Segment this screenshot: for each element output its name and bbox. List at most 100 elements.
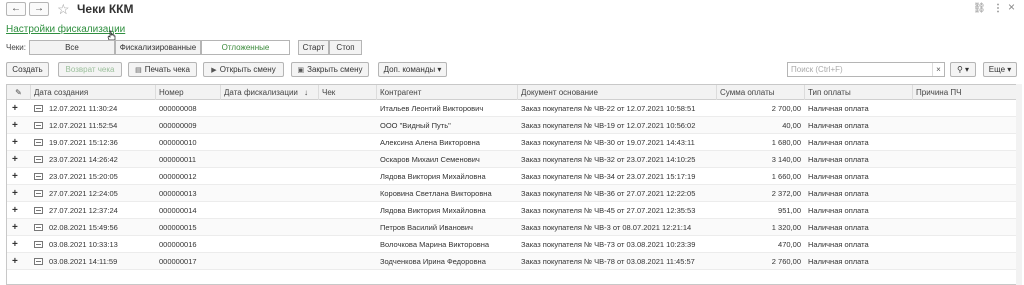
expand-icon[interactable]: + [12,134,18,151]
column-header[interactable]: Тип оплаты [805,85,913,100]
filter-deferred[interactable]: Отложенные [201,40,290,55]
cell-payment-sum: 3 140,00 [771,155,801,164]
close-shift-button[interactable]: ▣ Закрыть смену [291,62,369,77]
favorite-star-icon[interactable]: ☆ [57,1,70,17]
cell-date-created: 23.07.2021 14:26:42 [49,155,118,164]
more-vertical-icon[interactable]: ⋮ [993,3,1003,15]
filter-label: Чеки: [6,43,26,52]
clear-search-icon[interactable]: × [932,63,944,76]
cell-payment-sum: 2 700,00 [771,104,801,113]
cell-date-created: 03.08.2021 10:33:13 [49,240,118,249]
cell-date-created: 19.07.2021 15:12:36 [49,138,118,147]
receipts-table: ✎ Дата создания Номер Дата фискализации ↓… [6,84,1017,285]
expand-icon[interactable]: + [12,202,18,219]
table-row[interactable]: +27.07.2021 12:24:05 000000013 Коровина Св… [7,185,1016,202]
receipt-document-icon [34,156,43,163]
table-row[interactable]: +03.08.2021 10:33:13 000000016 Волочкова М… [7,236,1016,253]
table-row[interactable]: +03.08.2021 14:11:59 000000017 Зодченкова … [7,253,1016,270]
chevron-down-icon: ▾ [965,65,970,74]
column-header[interactable]: Номер [156,85,221,100]
search-input[interactable]: Поиск (Ctrl+F) × [787,62,945,77]
cell-counterparty: Зодченкова Ирина Федоровна [380,257,486,266]
cell-date-created: 03.08.2021 14:11:59 [49,257,118,266]
expand-icon[interactable]: + [12,117,18,134]
column-header[interactable]: Контрагент [377,85,518,100]
stop-button[interactable]: Стоп [329,40,362,55]
back-button[interactable]: ← [6,2,26,16]
more-commands-button[interactable]: Доп. команды ▾ [378,62,447,77]
table-body: +12.07.2021 11:30:24 000000008 Итальев Лео… [7,100,1016,284]
more-button[interactable]: Еще ▾ [983,62,1017,77]
table-row[interactable]: +12.07.2021 11:52:54 000000009 ООО "Видный… [7,117,1016,134]
table-row[interactable]: +19.07.2021 15:12:36 000000010 Алексина Ал… [7,134,1016,151]
column-header[interactable]: Дата создания [31,85,156,100]
receipt-document-icon [34,105,43,112]
expand-icon[interactable]: + [12,219,18,236]
table-row[interactable]: +23.07.2021 15:20:05 000000012 Лядова Викт… [7,168,1016,185]
expand-icon[interactable]: + [12,185,18,202]
cell-number: 000000010 [159,138,197,147]
print-receipt-button[interactable]: ▤ Печать чека [128,62,197,77]
expand-icon[interactable]: + [12,236,18,253]
cell-number: 000000015 [159,223,197,232]
expand-icon[interactable]: + [12,168,18,185]
cell-number: 000000013 [159,189,197,198]
link-icon[interactable]: ⛓ [973,3,986,15]
open-shift-label: Открыть смену [219,65,276,74]
expand-icon[interactable]: + [12,151,18,168]
filter-fiscalized[interactable]: Фискализированные [115,40,201,55]
cell-payment-sum: 1 320,00 [771,223,801,232]
table-header: ✎ Дата создания Номер Дата фискализации ↓… [7,85,1016,100]
cell-payment-type: Наличная оплата [808,189,869,198]
search-placeholder: Поиск (Ctrl+F) [791,65,843,74]
cell-payment-sum: 2 372,00 [771,189,801,198]
table-row[interactable]: +27.07.2021 12:37:24 000000014 Лядова Викт… [7,202,1016,219]
play-icon: ▶ [211,67,217,74]
receipt-document-icon [34,258,43,265]
cell-payment-type: Наличная оплата [808,206,869,215]
cell-base-document: Заказ покупателя № ЧВ-30 от 19.07.2021 1… [521,138,695,147]
return-receipt-button[interactable]: Возврат чека [58,62,122,77]
receipt-document-icon [34,207,43,214]
cell-date-created: 27.07.2021 12:24:05 [49,189,118,198]
column-header[interactable]: Причина ПЧ [913,85,1016,100]
table-row[interactable]: +23.07.2021 14:26:42 000000011 Оскаров Мих… [7,151,1016,168]
receipt-document-icon [34,224,43,231]
cell-payment-type: Наличная оплата [808,155,869,164]
filter-all[interactable]: Все [29,40,115,55]
open-shift-button[interactable]: ▶ Открыть смену [203,62,284,77]
column-header[interactable]: Дата фискализации ↓ [221,85,319,100]
cell-payment-sum: 951,00 [778,206,801,215]
receipt-document-icon [34,190,43,197]
cell-counterparty: Коровина Светлана Викторовна [380,189,492,198]
expand-icon[interactable]: + [12,253,18,270]
cell-counterparty: Лядова Виктория Михайловна [380,172,486,181]
close-icon[interactable]: × [1008,1,1015,13]
cell-counterparty: Алексина Алена Викторовна [380,138,480,147]
forward-button[interactable]: → [29,2,49,16]
title-bar: ← → ☆ Чеки ККМ ⛓ ⋮ × [0,0,1024,20]
receipt-document-icon [34,241,43,248]
create-button[interactable]: Создать [6,62,49,77]
cell-payment-type: Наличная оплата [808,138,869,147]
expand-icon[interactable]: + [12,100,18,117]
cell-payment-sum: 1 660,00 [771,172,801,181]
more-commands-label: Доп. команды [383,65,436,74]
search-button[interactable]: ⚲ ▾ [950,62,976,77]
cell-counterparty: Итальев Леонтий Викторович [380,104,484,113]
column-header[interactable]: Документ основание [518,85,717,100]
column-header[interactable]: Чек [319,85,377,100]
cell-date-created: 02.08.2021 15:49:56 [49,223,118,232]
lock-icon: ▣ [297,67,305,74]
table-row[interactable]: +12.07.2021 11:30:24 000000008 Итальев Лео… [7,100,1016,117]
cell-date-created: 23.07.2021 15:20:05 [49,172,118,181]
column-header[interactable]: Сумма оплаты [717,85,805,100]
close-shift-label: Закрыть смену [307,65,363,74]
cell-number: 000000016 [159,240,197,249]
vertical-scrollbar[interactable] [1016,84,1022,285]
cell-payment-type: Наличная оплата [808,121,869,130]
cell-base-document: Заказ покупателя № ЧВ-3 от 08.07.2021 12… [521,223,692,232]
cell-base-document: Заказ покупателя № ЧВ-19 от 12.07.2021 1… [521,121,696,130]
table-row[interactable]: +02.08.2021 15:49:56 000000015 Петров Васи… [7,219,1016,236]
start-button[interactable]: Старт [298,40,329,55]
